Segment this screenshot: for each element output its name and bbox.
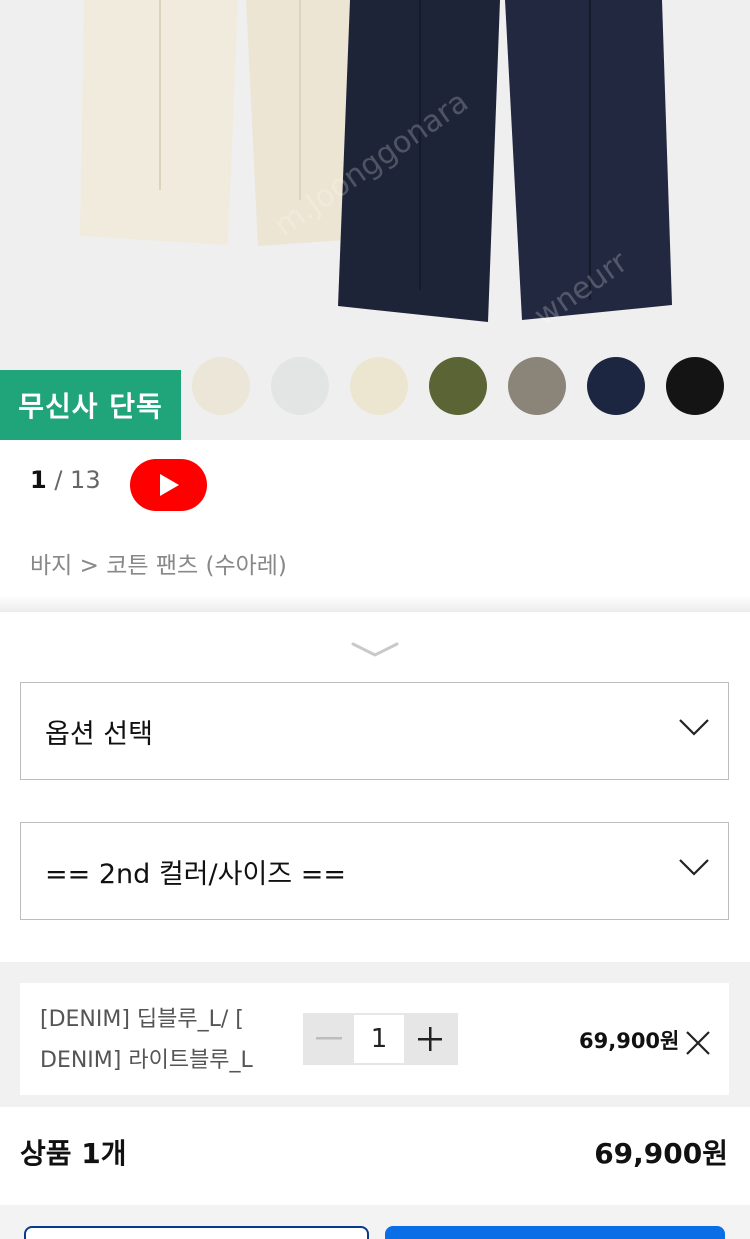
remove-item-button[interactable] — [685, 1030, 711, 1060]
option-select-label: 옵션 선택 — [45, 718, 153, 750]
quantity-stepper: 1 — [303, 1013, 458, 1065]
quantity-decrease-button[interactable] — [303, 1013, 354, 1065]
product-image[interactable]: m.Joonggonara wneurr aeu 무신사 단독 — [0, 0, 750, 440]
swatch-cream[interactable] — [192, 357, 250, 415]
selected-item-row: [DENIM] 딥블루_L/ [ DENIM] 라이트블루_L 1 69,900… — [20, 983, 729, 1095]
swatch-black[interactable] — [666, 357, 724, 415]
summary-label: 상품 1개 — [20, 1137, 127, 1170]
selected-item-name: [DENIM] 딥블루_L/ [ DENIM] 라이트블루_L — [40, 999, 290, 1081]
pager-current: 1 — [30, 466, 47, 494]
quantity-input[interactable]: 1 — [354, 1015, 404, 1063]
close-icon — [686, 1031, 710, 1055]
chevron-down-icon — [679, 719, 709, 736]
buy-button[interactable] — [385, 1226, 725, 1239]
selected-item-name-line: DENIM] 라이트블루_L — [40, 1048, 253, 1073]
youtube-play-button[interactable] — [130, 459, 207, 511]
swatch-light-gray[interactable] — [271, 357, 329, 415]
option-select[interactable]: 옵션 선택 — [20, 682, 729, 780]
sheet-collapse-handle[interactable] — [350, 640, 400, 664]
chevron-down-icon — [351, 642, 399, 657]
breadcrumb[interactable]: 바지 > 코튼 팬츠 (수아레) — [30, 546, 287, 580]
minus-icon — [315, 1037, 342, 1040]
chevron-down-icon — [679, 859, 709, 876]
pager-total: 13 — [70, 466, 101, 494]
cart-button[interactable] — [24, 1226, 369, 1239]
exclusive-badge: 무신사 단독 — [0, 370, 181, 440]
quantity-increase-button[interactable] — [404, 1013, 455, 1065]
summary-total-price: 69,900원 — [594, 1137, 728, 1170]
swatch-gray-brown[interactable] — [508, 357, 566, 415]
plus-icon — [417, 1027, 442, 1051]
second-option-select-label: == 2nd 컬러/사이즈 == — [45, 858, 346, 890]
second-option-select[interactable]: == 2nd 컬러/사이즈 == — [20, 822, 729, 920]
selected-item-price: 69,900원 — [579, 1029, 680, 1053]
selected-item-name-line: [DENIM] 딥블루_L/ [ — [40, 1007, 244, 1032]
swatch-olive[interactable] — [429, 357, 487, 415]
image-pager: 1 / 13 — [30, 466, 101, 494]
swatch-navy[interactable] — [587, 357, 645, 415]
pager-separator: / — [46, 466, 71, 494]
swatch-beige[interactable] — [350, 357, 408, 415]
play-icon — [159, 474, 179, 496]
